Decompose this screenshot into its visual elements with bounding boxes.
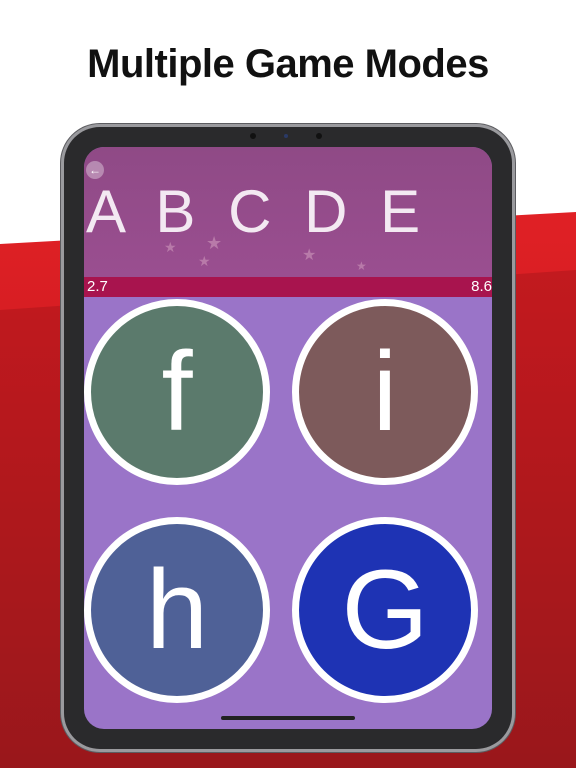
star-icon: ★ (164, 239, 177, 255)
letters-panel: ← A B C D E ★ ★ ★ ★ ★ (84, 147, 492, 277)
best-time: 8.6 (471, 278, 492, 295)
star-icon: ★ (198, 253, 211, 269)
star-icon: ★ (302, 247, 317, 264)
game-screen: ← A B C D E ★ ★ ★ ★ ★ 2.7 8.6 f i h G (84, 147, 492, 729)
answer-letter: h (145, 547, 209, 672)
answer-letter: G (341, 547, 429, 672)
answer-button-1[interactable]: f (84, 299, 270, 485)
answer-letter: i (372, 329, 398, 454)
answer-button-3[interactable]: h (84, 517, 270, 703)
tablet-frame: ← A B C D E ★ ★ ★ ★ ★ 2.7 8.6 f i h G (64, 127, 512, 749)
sensor-icon (284, 134, 288, 138)
star-icon: ★ (356, 259, 367, 273)
left-arrow-icon: ← (89, 163, 101, 177)
timer-bar: 2.7 8.6 (84, 277, 492, 297)
camera-icon (316, 133, 322, 139)
headline: Multiple Game Modes (87, 42, 489, 86)
camera-icon (250, 133, 256, 139)
answer-letter: f (161, 329, 193, 454)
star-icon: ★ (206, 233, 223, 253)
home-indicator[interactable] (221, 716, 355, 720)
target-letters: A B C D E (86, 178, 429, 245)
answer-button-4[interactable]: G (292, 517, 478, 703)
answer-button-2[interactable]: i (292, 299, 478, 485)
elapsed-time: 2.7 (87, 278, 108, 295)
